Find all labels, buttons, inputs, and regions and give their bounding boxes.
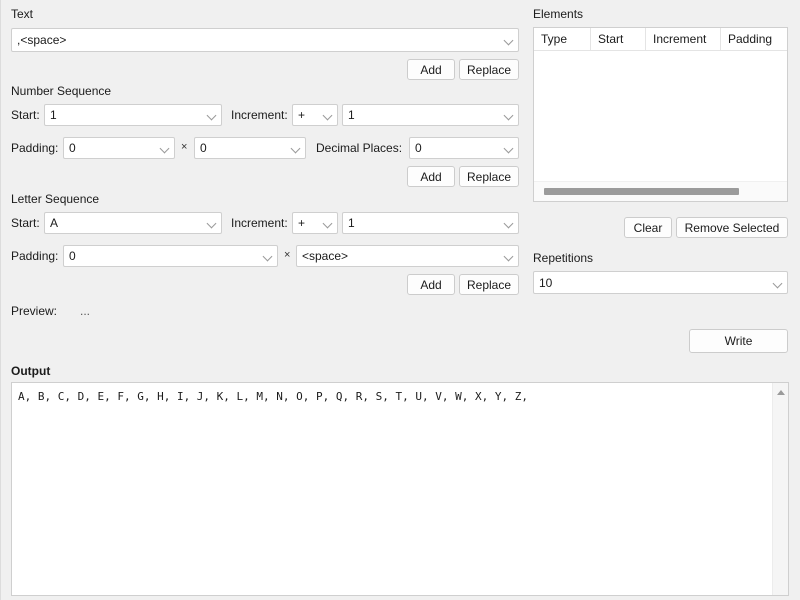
elements-list[interactable]: Type Start Increment Padding	[533, 27, 788, 202]
number-increment-operator-value: +	[298, 108, 306, 122]
number-add-button[interactable]: Add	[407, 166, 455, 187]
letter-increment-value: 1	[348, 216, 355, 230]
number-replace-button[interactable]: Replace	[459, 166, 519, 187]
elements-column-type[interactable]: Type	[534, 28, 591, 50]
elements-column-increment[interactable]: Increment	[646, 28, 721, 50]
elements-horizontal-scrollbar[interactable]	[534, 181, 787, 201]
number-start-value: 1	[50, 108, 57, 122]
text-add-button[interactable]: Add	[407, 59, 455, 80]
chevron-down-icon[interactable]	[502, 246, 518, 266]
chevron-down-icon[interactable]	[502, 213, 518, 233]
chevron-down-icon[interactable]	[205, 213, 221, 233]
remove-selected-button[interactable]: Remove Selected	[676, 217, 788, 238]
number-increment-label: Increment:	[231, 108, 288, 122]
chevron-down-icon[interactable]	[289, 138, 305, 158]
letter-sequence-title: Letter Sequence	[11, 192, 100, 206]
number-padding-count-value: 0	[69, 141, 76, 155]
letter-padding-char-combobox[interactable]: <space>	[296, 245, 519, 267]
chevron-down-icon[interactable]	[502, 105, 518, 125]
chevron-down-icon[interactable]	[321, 105, 337, 125]
elements-column-padding[interactable]: Padding	[721, 28, 787, 50]
number-padding-count-combobox[interactable]: 0	[63, 137, 175, 159]
repetitions-combobox[interactable]: 10	[533, 271, 788, 294]
number-increment-operator-combobox[interactable]: +	[292, 104, 338, 126]
window-left-border	[0, 0, 1, 600]
number-increment-value-combobox[interactable]: 1	[342, 104, 519, 126]
number-decimal-places-value: 0	[415, 141, 422, 155]
number-padding-multiply-symbol: ×	[181, 141, 188, 153]
elements-table-body[interactable]	[534, 51, 787, 181]
output-vertical-scrollbar[interactable]	[772, 383, 788, 595]
chevron-down-icon[interactable]	[321, 213, 337, 233]
letter-padding-char-value: <space>	[302, 249, 349, 263]
number-padding-char-value: 0	[200, 141, 207, 155]
output-title: Output	[11, 364, 51, 378]
preview-label: Preview:	[11, 304, 58, 318]
number-start-label: Start:	[11, 108, 40, 122]
letter-add-button[interactable]: Add	[407, 274, 455, 295]
number-padding-char-combobox[interactable]: 0	[194, 137, 306, 159]
elements-table-header: Type Start Increment Padding	[534, 28, 787, 51]
letter-increment-operator-value: +	[298, 216, 306, 230]
output-textarea[interactable]: A, B, C, D, E, F, G, H, I, J, K, L, M, N…	[11, 382, 789, 596]
text-section-title: Text	[11, 7, 34, 21]
number-sequence-title: Number Sequence	[11, 84, 112, 98]
preview-value: ...	[80, 304, 91, 318]
number-decimal-places-combobox[interactable]: 0	[409, 137, 519, 159]
letter-padding-multiply-symbol: ×	[284, 249, 291, 261]
elements-scrollbar-thumb[interactable]	[544, 188, 739, 195]
repetitions-title: Repetitions	[533, 251, 594, 265]
chevron-down-icon[interactable]	[771, 272, 787, 293]
chevron-down-icon[interactable]	[158, 138, 174, 158]
clear-button[interactable]: Clear	[624, 217, 672, 238]
elements-title: Elements	[533, 7, 584, 21]
text-input-combobox[interactable]: ,<space>	[11, 28, 519, 52]
text-replace-button[interactable]: Replace	[459, 59, 519, 80]
text-input-value: ,<space>	[17, 33, 67, 47]
letter-replace-button[interactable]: Replace	[459, 274, 519, 295]
scroll-up-arrow-icon[interactable]	[777, 390, 785, 395]
number-padding-label: Padding:	[11, 141, 59, 155]
letter-padding-count-combobox[interactable]: 0	[63, 245, 278, 267]
letter-start-label: Start:	[11, 216, 40, 230]
letter-padding-count-value: 0	[69, 249, 76, 263]
number-decimal-places-label: Decimal Places:	[316, 141, 403, 155]
app-window: Text ,<space> Add Replace Number Sequenc…	[0, 0, 800, 600]
number-start-combobox[interactable]: 1	[44, 104, 222, 126]
output-text-content: A, B, C, D, E, F, G, H, I, J, K, L, M, N…	[18, 390, 528, 403]
letter-padding-label: Padding:	[11, 249, 59, 263]
chevron-down-icon[interactable]	[261, 246, 277, 266]
chevron-down-icon[interactable]	[502, 138, 518, 158]
letter-increment-value-combobox[interactable]: 1	[342, 212, 519, 234]
letter-increment-label: Increment:	[231, 216, 288, 230]
write-button[interactable]: Write	[689, 329, 788, 353]
chevron-down-icon[interactable]	[205, 105, 221, 125]
elements-column-start[interactable]: Start	[591, 28, 646, 50]
letter-start-value: A	[50, 216, 59, 230]
chevron-down-icon[interactable]	[502, 29, 518, 51]
number-increment-value: 1	[348, 108, 355, 122]
letter-increment-operator-combobox[interactable]: +	[292, 212, 338, 234]
repetitions-value: 10	[539, 275, 553, 290]
letter-start-combobox[interactable]: A	[44, 212, 222, 234]
